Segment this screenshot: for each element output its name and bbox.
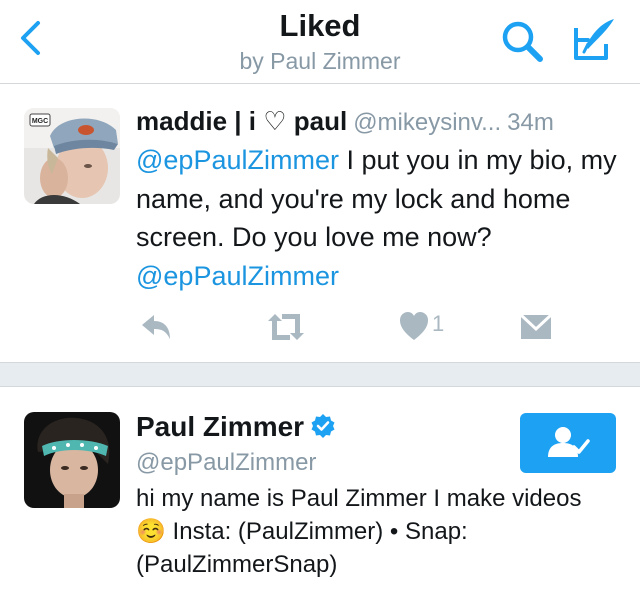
- title-block: Liked by Paul Zimmer: [170, 8, 470, 76]
- bio-text: hi my name is Paul Zimmer I make videos: [136, 485, 582, 512]
- avatar-photo: MGC: [24, 108, 120, 204]
- search-button[interactable]: [497, 16, 547, 66]
- verified-badge-icon: [311, 414, 335, 438]
- user-name-row: Paul Zimmer: [136, 409, 336, 445]
- direct-message-icon: [519, 313, 553, 339]
- search-icon: [502, 21, 543, 62]
- page-title: Liked: [279, 8, 361, 43]
- retweet-icon: [268, 314, 304, 340]
- compose-icon: [574, 19, 614, 60]
- section-divider: [0, 362, 640, 387]
- page-subtitle: by Paul Zimmer: [239, 48, 401, 74]
- tweet[interactable]: MGC maddie | i ♡ paul @mikeysinv... 34m @e…: [0, 85, 640, 362]
- following-button[interactable]: [520, 413, 616, 473]
- like-count: 1: [432, 311, 445, 336]
- tweet-timestamp: 34m: [507, 109, 554, 136]
- user-following-icon: [548, 427, 590, 457]
- compose-tweet-button[interactable]: [570, 14, 620, 64]
- avatar-photo: [24, 412, 120, 508]
- mention-link[interactable]: @epPaulZimmer: [136, 145, 339, 175]
- tweet-author-handle[interactable]: @mikeysinv...: [353, 109, 501, 136]
- user-bio: hi my name is Paul Zimmer I make videos …: [136, 482, 616, 581]
- tweet-author-name[interactable]: maddie | i ♡ paul: [136, 106, 347, 136]
- user-name[interactable]: Paul Zimmer: [136, 411, 304, 442]
- retweet-button[interactable]: [264, 307, 308, 347]
- avatar[interactable]: MGC: [24, 108, 120, 204]
- chevron-left-icon: [21, 21, 40, 55]
- tweet-text: @epPaulZimmer I put you in my bio, my na…: [136, 141, 626, 295]
- heart-icon: [400, 312, 428, 340]
- tweet-header: maddie | i ♡ paul @mikeysinv... 34m: [136, 103, 626, 139]
- back-button[interactable]: [14, 14, 54, 62]
- like-button[interactable]: 1: [398, 307, 468, 347]
- reply-icon: [142, 315, 170, 339]
- navigation-bar: Liked by Paul Zimmer: [0, 0, 640, 84]
- mention-link[interactable]: @epPaulZimmer: [136, 261, 339, 291]
- tweet-actions: 1: [136, 307, 606, 347]
- bio-text: Insta: (PaulZimmer) • Snap: (PaulZimmerS…: [136, 518, 468, 578]
- user-handle[interactable]: @epPaulZimmer: [136, 447, 316, 479]
- user-card[interactable]: Paul Zimmer @epPaulZimmer hi my name is …: [0, 387, 640, 590]
- reply-button[interactable]: [138, 307, 174, 347]
- smiling-face-emoji: ☺️: [136, 518, 166, 545]
- avatar-sticker: MGC: [32, 118, 48, 125]
- avatar[interactable]: [24, 412, 120, 508]
- direct-message-button[interactable]: [518, 307, 554, 347]
